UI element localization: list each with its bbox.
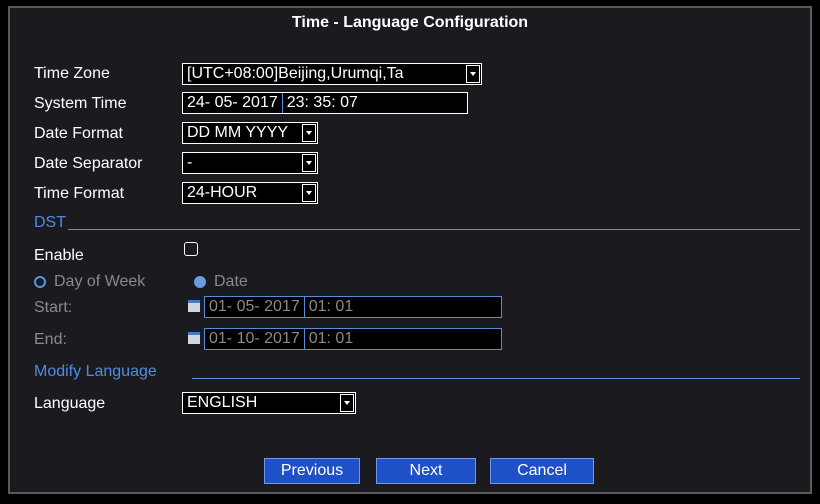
system-date-value[interactable]: 24- 05- 2017: [187, 93, 278, 113]
language-dropdown[interactable]: ENGLISH: [182, 392, 356, 414]
dst-end-label: End:: [34, 331, 67, 348]
dst-enable-checkbox[interactable]: [184, 242, 198, 256]
config-window: Time - Language Configuration Time Zone …: [8, 6, 812, 494]
day-of-week-label: Day of Week: [54, 273, 146, 290]
time-zone-value: [UTC+08:00]Beijing,Urumqi,Ta: [187, 65, 404, 82]
dst-end-field[interactable]: 01- 10- 2017 01: 01: [204, 328, 502, 350]
dst-end-date[interactable]: 01- 10- 2017: [209, 329, 300, 349]
section-divider: [192, 378, 800, 379]
date-separator-label: Date Separator: [34, 155, 143, 172]
next-button[interactable]: Next: [376, 458, 476, 484]
chevron-down-icon[interactable]: [302, 124, 316, 142]
dst-start-date[interactable]: 01- 05- 2017: [209, 297, 300, 317]
field-divider: [303, 297, 305, 317]
chevron-down-icon[interactable]: [302, 184, 316, 202]
date-separator-value: -: [187, 154, 193, 171]
chevron-down-icon[interactable]: [302, 154, 316, 172]
chevron-down-icon[interactable]: [340, 394, 354, 412]
dst-enable-label: Enable: [34, 247, 84, 264]
date-mode-label: Date: [214, 273, 248, 290]
date-radio[interactable]: [194, 276, 206, 288]
language-section-title: Modify Language: [34, 363, 157, 380]
dst-start-label: Start:: [34, 299, 73, 316]
time-format-value: 24-HOUR: [187, 184, 258, 201]
system-time-label: System Time: [34, 95, 127, 112]
system-clock-value[interactable]: 23: 35: 07: [287, 93, 358, 113]
calendar-icon[interactable]: [188, 332, 200, 344]
date-separator-dropdown[interactable]: -: [182, 152, 318, 174]
window-title: Time - Language Configuration: [291, 14, 529, 31]
section-divider: [68, 229, 800, 230]
dst-end-time[interactable]: 01: 01: [309, 329, 353, 349]
time-zone-label: Time Zone: [34, 65, 110, 82]
language-label: Language: [34, 395, 106, 412]
previous-button[interactable]: Previous: [264, 458, 360, 484]
dst-start-time[interactable]: 01: 01: [309, 297, 353, 317]
field-divider: [281, 93, 283, 113]
date-format-value: DD MM YYYY: [187, 124, 289, 141]
day-of-week-radio[interactable]: [34, 276, 46, 288]
system-time-field[interactable]: 24- 05- 2017 23: 35: 07: [182, 92, 468, 114]
time-zone-dropdown[interactable]: [UTC+08:00]Beijing,Urumqi,Ta: [182, 63, 482, 85]
time-format-dropdown[interactable]: 24-HOUR: [182, 182, 318, 204]
dst-start-field[interactable]: 01- 05- 2017 01: 01: [204, 296, 502, 318]
chevron-down-icon[interactable]: [466, 65, 480, 83]
calendar-icon[interactable]: [188, 300, 200, 312]
date-format-dropdown[interactable]: DD MM YYYY: [182, 122, 318, 144]
time-format-label: Time Format: [34, 185, 125, 202]
field-divider: [303, 329, 305, 349]
date-format-label: Date Format: [34, 125, 123, 142]
dst-section-title: DST: [34, 214, 66, 231]
language-value: ENGLISH: [187, 394, 258, 411]
cancel-button[interactable]: Cancel: [490, 458, 594, 484]
